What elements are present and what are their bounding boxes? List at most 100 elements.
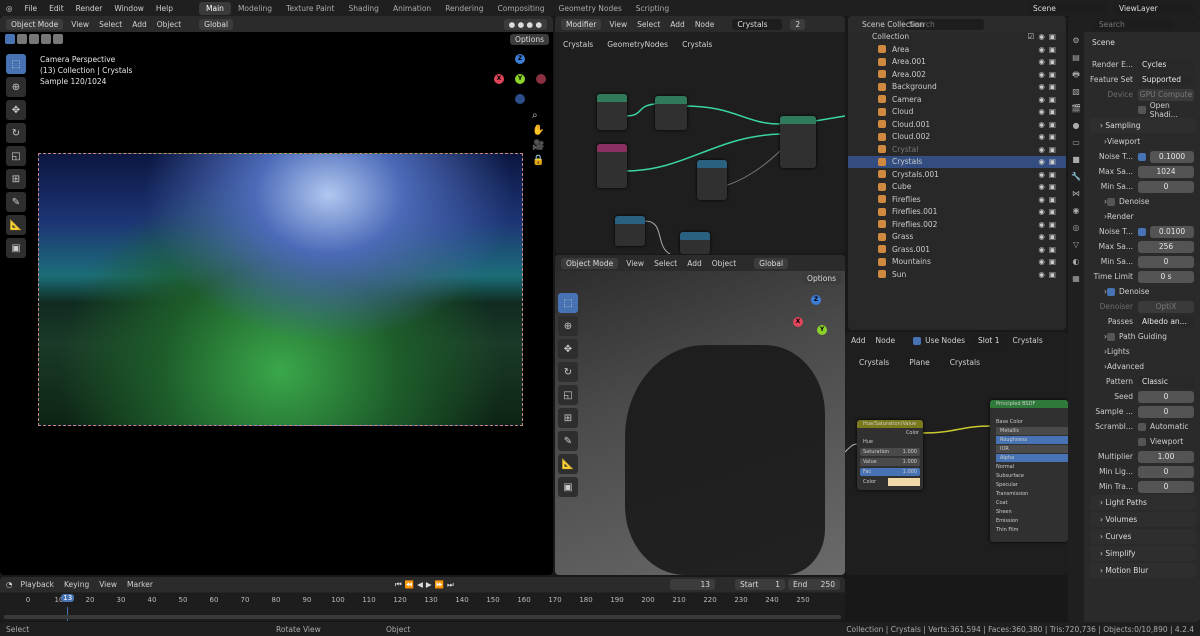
node[interactable] <box>680 232 710 254</box>
tab-main[interactable]: Main <box>199 1 231 15</box>
checkbox[interactable] <box>1107 287 1115 296</box>
transform-tool[interactable]: ⊞ <box>558 408 578 428</box>
property-field[interactable]: 0 <box>1138 390 1194 403</box>
menu-window[interactable]: Window <box>114 4 144 13</box>
visibility-toggles[interactable]: ◉▣ <box>1038 157 1060 166</box>
cursor-tool[interactable]: ⊕ <box>6 77 26 97</box>
menu-add[interactable]: Add <box>132 20 147 29</box>
property-field[interactable]: 0 <box>1138 180 1194 193</box>
subpanel-header[interactable]: › Denoise <box>1086 285 1200 298</box>
viewport-nav-buttons[interactable]: ⌕ ✋ 🎥 🔒 <box>532 108 544 168</box>
subpanel-header[interactable]: › Render <box>1086 210 1200 223</box>
timeline-scrollbar[interactable] <box>4 615 841 619</box>
visibility-toggles[interactable]: ◉▣ <box>1038 207 1060 216</box>
geometry-node-editor[interactable]: Modifier View Select Add Node Crystals 2 Cr… <box>555 16 845 254</box>
outliner-item[interactable]: Sun ◉▣ <box>848 268 1066 281</box>
measure-tool[interactable]: 📐 <box>558 454 578 474</box>
outliner-item[interactable]: Crystals.001 ◉▣ <box>848 168 1066 181</box>
outliner-item[interactable]: Grass.001 ◉▣ <box>848 243 1066 256</box>
outliner-item[interactable]: Camera ◉▣ <box>848 93 1066 106</box>
scene-collection-row[interactable]: Scene Collection <box>848 18 1066 31</box>
property-field[interactable]: 0 <box>1138 465 1194 478</box>
property-field[interactable]: Albedo an... <box>1138 315 1194 328</box>
annotate-tool[interactable]: ✎ <box>6 192 26 212</box>
hue-saturation-value-node[interactable]: Hue/Saturation/Value Color Hue Saturation… <box>857 420 923 490</box>
mode-dropdown[interactable]: Object Mode <box>561 257 619 269</box>
measure-tool[interactable]: 📐 <box>6 215 26 235</box>
node-socket-row[interactable]: Metallic <box>996 427 1068 435</box>
menu-object[interactable]: Object <box>157 20 181 29</box>
property-field[interactable]: 0 <box>1138 255 1194 268</box>
node-socket-row[interactable]: Color <box>860 478 920 486</box>
rotate-tool[interactable]: ↻ <box>6 123 26 143</box>
menu-view[interactable]: View <box>626 259 644 268</box>
navigation-gizmo[interactable]: Z X Y <box>791 295 841 335</box>
node[interactable] <box>655 96 687 130</box>
menu-marker[interactable]: Marker <box>127 580 153 589</box>
outliner[interactable]: Search Scene Collection Collection ☑◉▣ Ar… <box>848 16 1066 330</box>
tab-animation[interactable]: Animation <box>386 2 438 15</box>
menu-keying[interactable]: Keying <box>64 580 89 589</box>
outliner-item[interactable]: Area.002 ◉▣ <box>848 68 1066 81</box>
outliner-item[interactable]: Cube ◉▣ <box>848 181 1066 194</box>
visibility-toggles[interactable]: ◉▣ <box>1038 70 1060 79</box>
menu-file[interactable]: File <box>25 4 38 13</box>
visibility-toggles[interactable]: ◉▣ <box>1038 195 1060 204</box>
outliner-item[interactable]: Area ◉▣ <box>848 43 1066 56</box>
subpanel-header[interactable]: › Path Guiding <box>1086 330 1200 343</box>
outliner-item[interactable]: Grass ◉▣ <box>848 231 1066 244</box>
menu-select[interactable]: Select <box>654 259 677 268</box>
node-socket-row[interactable]: Subsurface <box>996 472 1068 480</box>
checkbox[interactable] <box>1138 152 1146 161</box>
node-socket-row[interactable]: Sheen <box>996 508 1068 516</box>
move-tool[interactable]: ✥ <box>558 339 578 359</box>
node-socket-row[interactable]: Fac 1.000 <box>860 468 920 476</box>
tab-rendering[interactable]: Rendering <box>438 2 490 15</box>
collection-row[interactable]: Collection ☑◉▣ <box>848 31 1066 44</box>
rotate-tool[interactable]: ↻ <box>558 362 578 382</box>
view-layer-selector[interactable]: ViewLayer <box>1114 2 1194 14</box>
subpanel-header[interactable]: › Advanced <box>1086 360 1200 373</box>
node-socket-row[interactable]: Thin Film <box>996 526 1068 534</box>
viewport-rendered[interactable]: Object Mode View Select Add Object Global ●… <box>0 16 553 575</box>
panel-header[interactable]: › Motion Blur <box>1090 563 1196 578</box>
node-socket-row[interactable]: Normal <box>996 463 1068 471</box>
add-cube-tool[interactable]: ▣ <box>6 238 26 258</box>
node[interactable] <box>597 144 627 188</box>
visibility-toggles[interactable]: ◉▣ <box>1038 95 1060 104</box>
checkbox[interactable] <box>1138 227 1146 236</box>
visibility-toggles[interactable]: ◉▣ <box>1038 220 1060 229</box>
panel-header[interactable]: › Light Paths <box>1090 495 1196 510</box>
property-field[interactable]: 256 <box>1138 240 1194 253</box>
cursor-tool[interactable]: ⊕ <box>558 316 578 336</box>
blender-logo-icon[interactable]: ◎ <box>6 4 13 13</box>
visibility-toggles[interactable]: ◉▣ <box>1038 57 1060 66</box>
node-socket-row[interactable]: Base Color <box>996 418 1068 426</box>
visibility-toggles[interactable]: ◉▣ <box>1038 107 1060 116</box>
subpanel-header[interactable]: › Denoise <box>1086 195 1200 208</box>
property-field[interactable]: Supported <box>1138 73 1194 86</box>
panel-header[interactable]: › Volumes <box>1090 512 1196 527</box>
node-socket-row[interactable]: Alpha <box>996 454 1068 462</box>
property-field[interactable]: 0 <box>1138 405 1194 418</box>
visibility-toggles[interactable]: ◉▣ <box>1038 270 1060 279</box>
node-socket-row[interactable]: IOR <box>996 445 1068 453</box>
node-socket-row[interactable]: Specular <box>996 481 1068 489</box>
property-field[interactable]: 1024 <box>1138 165 1194 178</box>
properties-editor[interactable]: ⚙ ▤ 🖶 ▧ 🎬 ● ▭ ■ 🔧 ⋈ ◉ ◎ ▽ ◐ ▦ Search Scene Render E...… <box>1068 16 1200 622</box>
tab-compositing[interactable]: Compositing <box>491 2 552 15</box>
select-box-tool[interactable]: ⬚ <box>6 54 26 74</box>
playhead[interactable]: 13 <box>61 594 75 602</box>
visibility-toggles[interactable]: ◉▣ <box>1038 182 1060 191</box>
node-socket-row[interactable]: Value 1.000 <box>860 458 920 466</box>
visibility-toggles[interactable]: ◉▣ <box>1038 120 1060 129</box>
menu-help[interactable]: Help <box>156 4 173 13</box>
visibility-toggles[interactable]: ◉▣ <box>1038 257 1060 266</box>
menu-object[interactable]: Object <box>712 259 736 268</box>
menu-edit[interactable]: Edit <box>49 4 64 13</box>
playback-controls[interactable]: ⏮⏪◀▶⏩⏭ <box>395 580 457 590</box>
viewport-solid[interactable]: Object Mode View Select Add Object Global O… <box>555 255 845 575</box>
tab-shading[interactable]: Shading <box>341 2 385 15</box>
visibility-toggles[interactable]: ◉▣ <box>1038 245 1060 254</box>
panel-header[interactable]: › Sampling <box>1090 118 1196 133</box>
